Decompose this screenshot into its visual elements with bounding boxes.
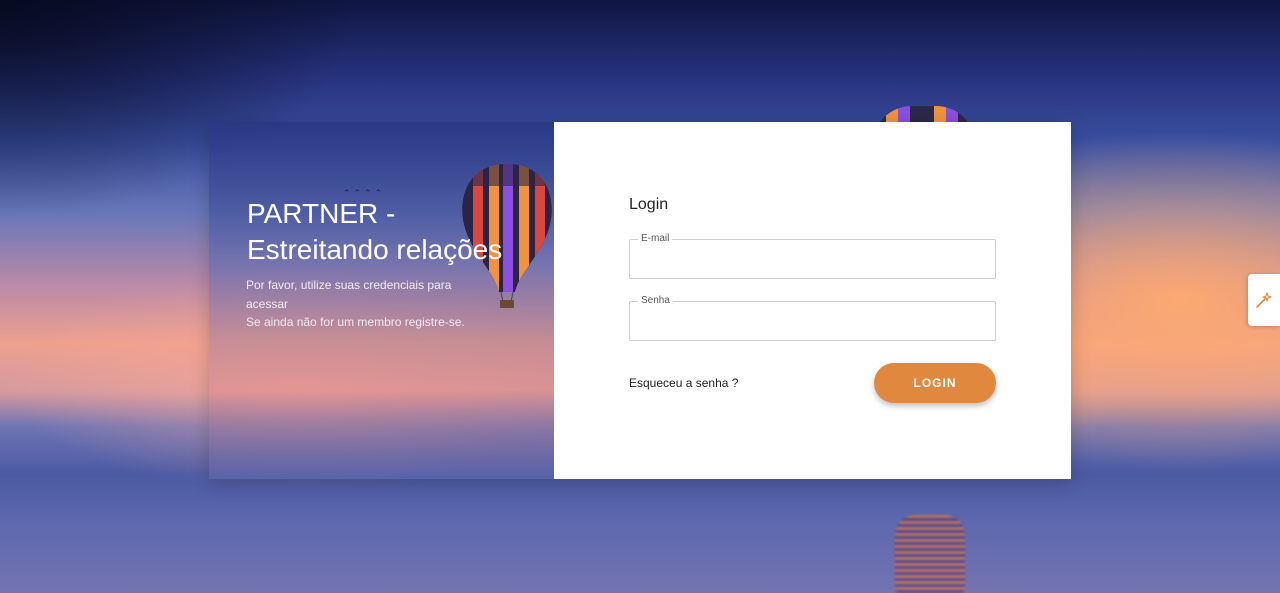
brand-subtitle-line1: Por favor, utilize suas credenciais para… xyxy=(246,278,452,311)
password-input[interactable] xyxy=(640,310,984,338)
login-form-panel: Login E-mail Senha Esqueceu a senha ? LO… xyxy=(554,122,1071,479)
side-tab-button[interactable] xyxy=(1248,274,1280,326)
brand-subtitle: Por favor, utilize suas credenciais para… xyxy=(246,276,496,332)
brand-title-line1: PARTNER - xyxy=(247,198,396,229)
brand-panel: ⌃⌃⌃⌃ PARTNER - Estreitando relações Por … xyxy=(209,122,554,479)
login-card: ⌃⌃⌃⌃ PARTNER - Estreitando relações Por … xyxy=(209,122,1071,479)
email-label: E-mail xyxy=(638,233,673,245)
password-label: Senha xyxy=(638,295,673,307)
password-field[interactable]: Senha xyxy=(629,295,996,341)
email-input[interactable] xyxy=(640,248,984,276)
forgot-password-link[interactable]: Esqueceu a senha ? xyxy=(629,376,738,390)
brand-title: PARTNER - Estreitando relações xyxy=(247,196,547,268)
magic-wand-icon xyxy=(1256,292,1272,308)
login-button[interactable]: LOGIN xyxy=(874,363,996,403)
brand-title-line2: Estreitando relações xyxy=(247,234,503,265)
balloon-reflection-image xyxy=(895,515,965,593)
email-field[interactable]: E-mail xyxy=(629,233,996,279)
brand-subtitle-line2: Se ainda não for um membro registre-se. xyxy=(246,315,465,329)
login-title: Login xyxy=(629,196,669,213)
